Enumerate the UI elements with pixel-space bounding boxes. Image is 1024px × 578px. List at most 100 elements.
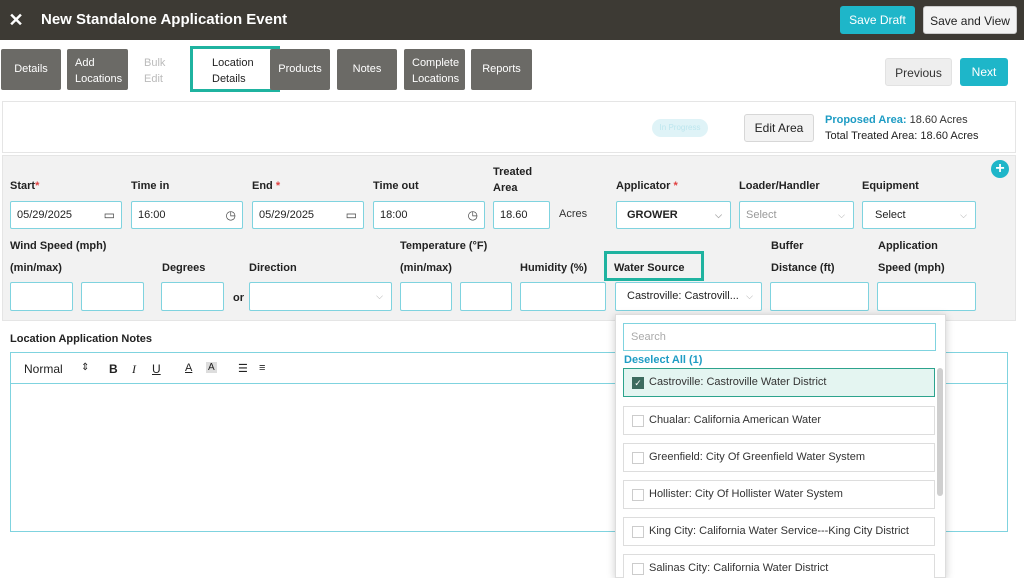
loader-select[interactable]: Select ⌵ [739,201,854,229]
list-item[interactable]: Greenfield: City Of Greenfield Water Sys… [623,443,935,472]
time-in-input[interactable]: 16:00 ◷ [131,201,243,229]
search-input[interactable]: Search [623,323,936,351]
format-select[interactable]: Normal [24,362,63,376]
deselect-all-link[interactable]: Deselect All (1) [624,354,702,366]
list-item[interactable]: ✓ Castroville: Castroville Water District [623,368,935,397]
direction-select[interactable]: ⌵ [249,282,392,311]
humidity-input[interactable] [520,282,606,311]
buffer-distance-input[interactable] [770,282,869,311]
checkbox-icon [632,415,644,427]
edit-area-button[interactable]: Edit Area [744,114,814,142]
area-info-panel [2,101,1016,153]
calendar-icon: ▭ [345,208,357,222]
list-item[interactable]: Salinas City: California Water District [623,554,935,578]
list-item[interactable]: Hollister: City Of Hollister Water Syste… [623,480,935,509]
proposed-area-label: Proposed Area: [825,114,907,126]
equipment-select[interactable]: Select ⌵ [862,201,976,229]
application-speed-input[interactable] [877,282,976,311]
temperature-min-input[interactable] [400,282,452,311]
save-and-view-button[interactable]: Save and View [923,6,1017,34]
bold-button[interactable]: B [109,362,118,376]
applicator-select[interactable]: GROWER ⌵ [616,201,731,229]
time-out-label: Time out [373,180,419,192]
degrees-label: Degrees [162,262,206,274]
tab-complete-locations[interactable]: Complete Locations [404,49,465,90]
format-value: Normal [24,362,63,376]
tab-label: Details [14,63,48,75]
tab-notes[interactable]: Notes [337,49,397,90]
applicator-label-text: Applicator [616,180,671,192]
application-speed-label: Application [878,240,938,252]
option-label: Chualar: California American Water [649,414,821,426]
page-title: New Standalone Application Event [41,11,288,28]
ordered-list-icon[interactable]: ☰ [238,362,248,375]
wind-speed-min-input[interactable] [10,282,73,311]
dropdown-scrollbar[interactable] [937,368,943,496]
tab-label: Complete Locations [412,57,460,85]
end-label: End * [252,180,281,192]
option-label: Greenfield: City Of Greenfield Water Sys… [649,451,865,463]
end-date-value: 05/29/2025 [259,209,315,221]
calendar-icon: ▭ [103,208,115,222]
time-in-label: Time in [131,180,170,192]
chevron-down-icon: ⌵ [838,210,845,220]
tab-details[interactable]: Details [1,49,61,90]
tab-highlight [190,46,280,92]
add-icon[interactable]: + [991,160,1009,178]
wind-speed-max-input[interactable] [81,282,144,311]
water-source-select[interactable]: Castroville: Castrovill... ⌵ [615,282,762,311]
tab-reports[interactable]: Reports [471,49,532,90]
clock-icon: ◷ [225,208,236,222]
checkbox-checked-icon: ✓ [632,377,644,389]
time-out-value: 18:00 [380,209,408,221]
tab-bulk-edit: Bulk Edit [136,49,186,90]
proposed-area: Proposed Area: 18.60 Acres [825,114,968,126]
list-item[interactable]: King City: California Water Service---Ki… [623,517,935,546]
underline-button[interactable]: U [152,362,161,376]
tab-label: Products [278,63,322,75]
application-speed-sub-label: Speed (mph) [878,262,945,274]
tab-add-locations[interactable]: Add Locations [67,49,128,90]
italic-button[interactable]: I [132,362,136,377]
list-item[interactable]: Chualar: California American Water [623,406,935,435]
bullet-list-icon[interactable]: ≡ [259,362,265,374]
clock-icon: ◷ [467,208,478,222]
next-button[interactable]: Next [960,58,1008,86]
highlight-button[interactable]: A [206,362,217,373]
option-label: Castroville: Castroville Water District [649,376,827,388]
water-source-value: Castroville: Castrovill... [627,290,739,302]
notes-label: Location Application Notes [10,333,152,345]
time-out-input[interactable]: 18:00 ◷ [373,201,485,229]
temperature-label: Temperature (°F) [400,240,488,252]
treated-area-input[interactable]: 18.60 [493,201,550,229]
option-label: Salinas City: California Water District [649,562,829,574]
end-label-text: End [252,180,273,192]
degrees-input[interactable] [161,282,224,311]
status-badge: In Progress [652,119,708,137]
previous-button[interactable]: Previous [885,58,952,86]
font-color-button[interactable]: A [185,362,192,374]
proposed-area-value: 18.60 Acres [909,114,968,126]
end-date-input[interactable]: 05/29/2025 ▭ [252,201,364,229]
start-label-text: Start [10,180,36,192]
loader-label: Loader/Handler [739,180,820,192]
tab-label: Add Locations [75,57,123,85]
buffer-label: Buffer [771,240,804,252]
checkbox-icon [632,489,644,501]
wind-speed-label: Wind Speed (mph) [10,240,107,252]
humidity-label: Humidity (%) [520,262,588,274]
tab-label: Notes [352,63,382,75]
temperature-max-input[interactable] [460,282,512,311]
tab-label: Bulk Edit [144,57,166,85]
start-date-value: 05/29/2025 [17,209,73,221]
option-label: Hollister: City Of Hollister Water Syste… [649,488,843,500]
tab-products[interactable]: Products [270,49,330,90]
close-icon[interactable]: ✕ [6,10,26,30]
temperature-sub-label: (min/max) [400,262,452,274]
option-label: King City: California Water Service---Ki… [649,525,909,537]
total-area-value: 18.60 Acres [920,130,979,142]
chevron-down-icon: ⌵ [715,210,722,220]
start-date-input[interactable]: 05/29/2025 ▭ [10,201,122,229]
or-label: or [233,292,244,304]
save-draft-button[interactable]: Save Draft [840,6,915,34]
